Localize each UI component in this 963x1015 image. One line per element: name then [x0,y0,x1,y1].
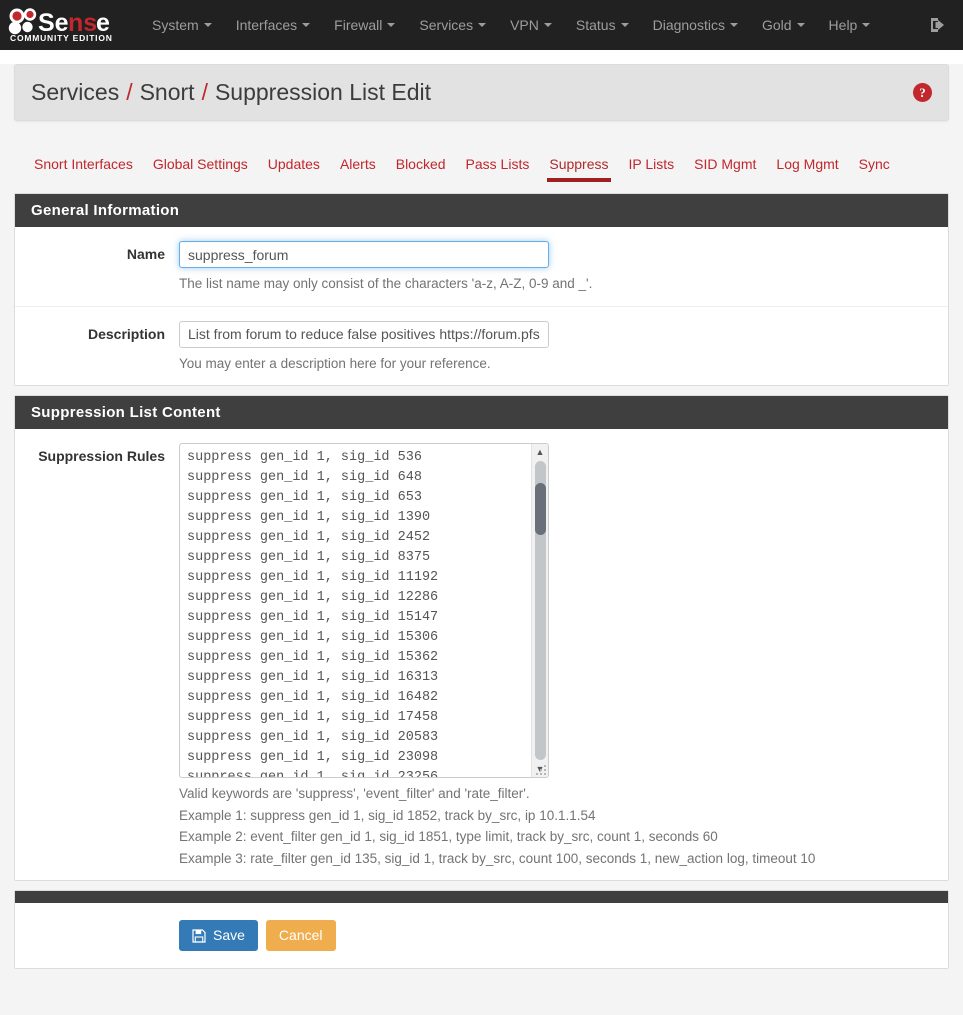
suppression-rules-label: Suppression Rules [15,443,179,868]
breadcrumb-separator: / [202,79,208,106]
scrollbar-track[interactable] [535,461,546,760]
top-navbar: Se ns e COMMUNITY EDITION System Interfa… [0,0,963,50]
page-spacer [0,969,963,1015]
pfsense-logo-icon: Se ns e COMMUNITY EDITION [8,7,118,43]
tab-bar: Snort Interfaces Global Settings Updates… [14,142,949,184]
nav-item-system[interactable]: System [140,11,224,39]
tab-updates[interactable]: Updates [258,148,330,184]
save-button-label: Save [213,927,245,944]
save-button[interactable]: Save [179,920,258,951]
description-control: You may enter a description here for you… [179,321,948,374]
description-help-text: You may enter a description here for you… [179,354,932,374]
nav-item-label: Gold [762,17,792,33]
tab-ip-lists[interactable]: IP Lists [619,148,685,184]
nav-item-label: Diagnostics [653,17,725,33]
description-form-row: Description You may enter a description … [15,307,948,386]
suppression-rules-help-line-2: Example 1: suppress gen_id 1, sig_id 185… [179,806,932,826]
textarea-scrollbar[interactable]: ▲ ▼ [531,444,548,777]
tab-log-mgmt[interactable]: Log Mgmt [766,148,848,184]
floppy-disk-icon [192,929,206,943]
general-information-body: Name The list name may only consist of t… [15,227,948,385]
tab-pass-lists[interactable]: Pass Lists [456,148,540,184]
page-container: Services / Snort / Suppression List Edit… [0,64,963,969]
help-icon[interactable]: ? [913,83,932,102]
logout-button[interactable] [921,0,955,50]
nav-item-vpn[interactable]: VPN [498,11,564,39]
suppression-rules-help-line-3: Example 2: event_filter gen_id 1, sig_id… [179,827,932,847]
chevron-down-icon [730,23,738,27]
chevron-down-icon [478,23,486,27]
nav-item-firewall[interactable]: Firewall [322,11,407,39]
actions-panel: Save Cancel [14,890,949,969]
suppression-rules-textarea[interactable]: suppress gen_id 1, sig_id 536 suppress g… [179,443,549,778]
actions-row: Save Cancel [15,903,948,968]
suppression-rules-control: suppress gen_id 1, sig_id 536 suppress g… [179,443,948,868]
nav-item-diagnostics[interactable]: Diagnostics [641,11,750,39]
name-input[interactable] [179,241,549,268]
nav-item-label: Interfaces [236,17,297,33]
name-form-row: Name The list name may only consist of t… [15,227,948,307]
chevron-down-icon [302,23,310,27]
chevron-down-icon [204,23,212,27]
scroll-up-icon[interactable]: ▲ [532,444,549,460]
cancel-button[interactable]: Cancel [266,920,336,951]
tab-suppress[interactable]: Suppress [539,148,618,184]
tab-sync[interactable]: Sync [849,148,900,184]
tab-snort-interfaces[interactable]: Snort Interfaces [24,148,143,184]
suppression-rules-form-row: Suppression Rules suppress gen_id 1, sig… [15,429,948,880]
general-information-panel: General Information Name The list name m… [14,193,949,386]
nav-item-help[interactable]: Help [817,11,883,39]
nav-item-label: Status [576,17,616,33]
tab-sid-mgmt[interactable]: SID Mgmt [684,148,766,184]
chevron-down-icon [862,23,870,27]
nav-item-services[interactable]: Services [407,11,498,39]
breadcrumb-item-snort[interactable]: Snort [140,79,195,106]
nav-item-label: Firewall [334,17,382,33]
general-information-heading: General Information [15,194,948,227]
nav-item-label: Help [829,17,858,33]
suppression-list-content-panel: Suppression List Content Suppression Rul… [14,395,949,881]
navbar-menu: System Interfaces Firewall Services VPN … [140,0,882,50]
name-help-text: The list name may only consist of the ch… [179,274,932,294]
suppression-list-content-heading: Suppression List Content [15,396,948,429]
nav-item-interfaces[interactable]: Interfaces [224,11,322,39]
chevron-down-icon [621,23,629,27]
name-control: The list name may only consist of the ch… [179,241,948,294]
description-label: Description [15,321,179,374]
name-label: Name [15,241,179,294]
page-header: Services / Snort / Suppression List Edit… [14,64,949,121]
suppression-list-content-body: Suppression Rules suppress gen_id 1, sig… [15,429,948,880]
nav-item-label: Services [419,17,473,33]
scrollbar-thumb[interactable] [535,483,546,535]
suppression-rules-help-line-1: Valid keywords are 'suppress', 'event_fi… [179,784,932,804]
svg-text:COMMUNITY EDITION: COMMUNITY EDITION [10,33,113,43]
tab-alerts[interactable]: Alerts [330,148,386,184]
nav-item-gold[interactable]: Gold [750,11,817,39]
nav-item-label: VPN [510,17,539,33]
breadcrumb-item-services[interactable]: Services [31,79,119,106]
chevron-down-icon [544,23,552,27]
tab-blocked[interactable]: Blocked [386,148,456,184]
logout-icon [929,16,947,34]
breadcrumb: Services / Snort / Suppression List Edit [31,79,431,106]
tab-global-settings[interactable]: Global Settings [143,148,258,184]
page-title: Suppression List Edit [215,79,431,106]
chevron-down-icon [797,23,805,27]
resize-grip-icon[interactable] [535,764,546,775]
nav-item-label: System [152,17,199,33]
actions-panel-heading [15,891,948,903]
cancel-button-label: Cancel [279,927,323,944]
suppression-rules-help-line-4: Example 3: rate_filter gen_id 135, sig_i… [179,849,932,869]
pfsense-logo[interactable]: Se ns e COMMUNITY EDITION [8,7,126,43]
chevron-down-icon [387,23,395,27]
nav-item-status[interactable]: Status [564,11,641,39]
suppression-rules-text[interactable]: suppress gen_id 1, sig_id 536 suppress g… [180,444,522,777]
description-input[interactable] [179,321,549,348]
breadcrumb-separator: / [126,79,132,106]
